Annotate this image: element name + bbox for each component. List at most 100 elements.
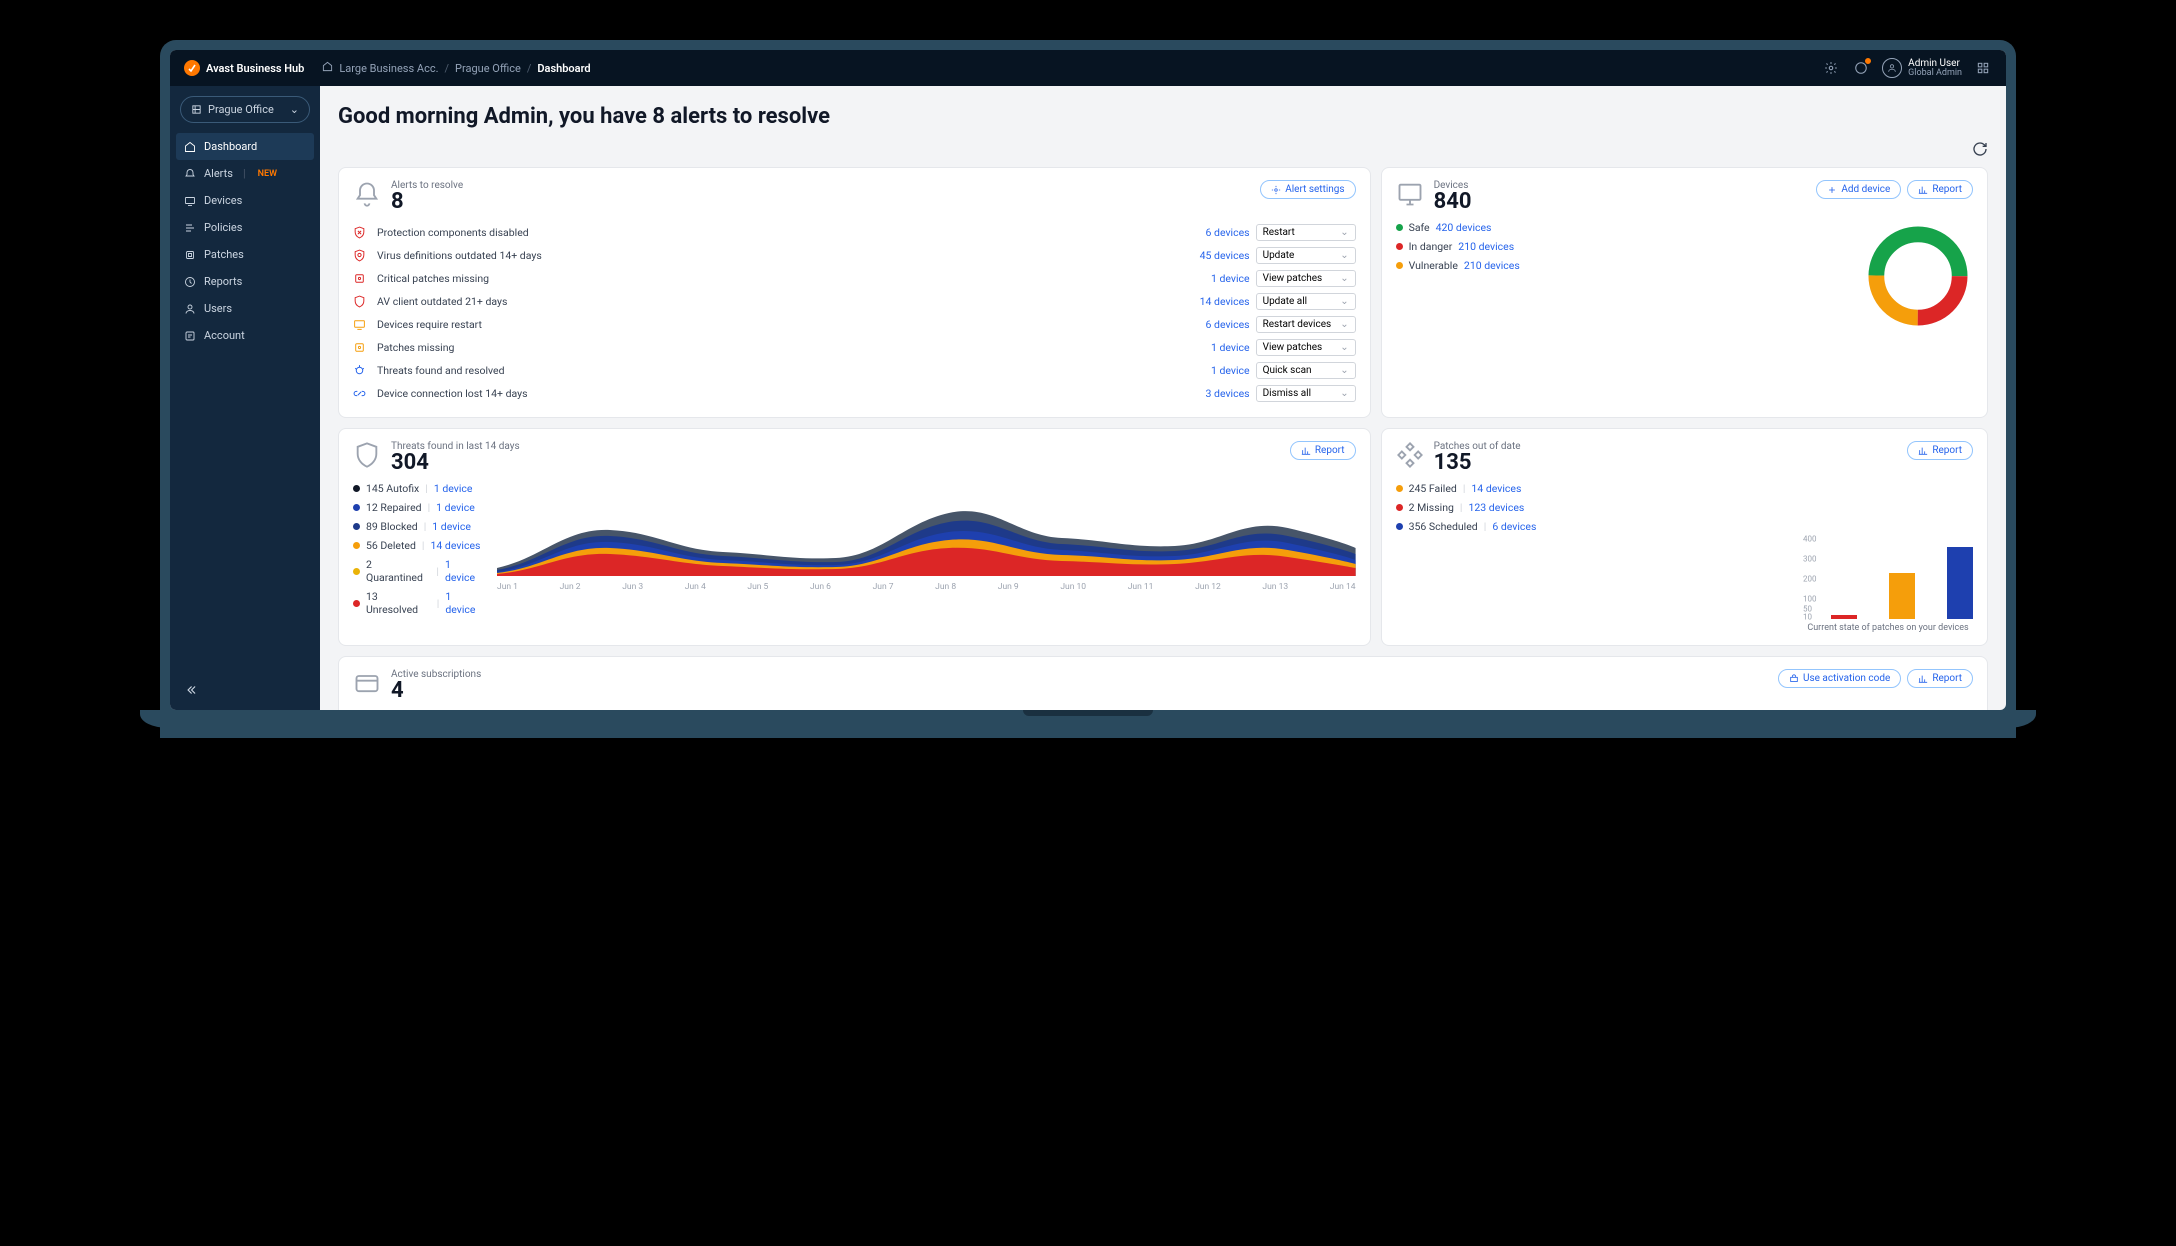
status-dot xyxy=(353,523,360,530)
alert-device-link[interactable]: 14 devices xyxy=(1170,295,1250,308)
patches-report-button[interactable]: Report xyxy=(1907,441,1973,460)
alert-device-link[interactable]: 6 devices xyxy=(1170,318,1250,331)
alert-text: AV client outdated 21+ days xyxy=(377,295,1164,308)
breadcrumb: Large Business Acc. / Prague Office / Da… xyxy=(322,61,590,75)
monitor-icon xyxy=(353,318,366,331)
patch-link[interactable]: 6 devices xyxy=(1492,520,1536,533)
sidebar-item-dashboard[interactable]: Dashboard xyxy=(176,133,314,160)
refresh-button[interactable] xyxy=(1972,141,1988,161)
alert-device-link[interactable]: 45 devices xyxy=(1170,249,1250,262)
settings-icon[interactable] xyxy=(1822,59,1840,77)
sidebar-item-devices[interactable]: Devices xyxy=(170,187,320,214)
alert-row: Protection components disabled 6 devices… xyxy=(353,221,1356,244)
alert-row: AV client outdated 21+ days 14 devices U… xyxy=(353,290,1356,313)
alerts-count: 8 xyxy=(391,191,463,213)
threat-row: 13 Unresolved | 1 device xyxy=(353,590,483,616)
apps-icon[interactable] xyxy=(1974,59,1992,77)
topbar: Avast Business Hub Large Business Acc. /… xyxy=(170,50,2006,86)
new-badge: NEW xyxy=(258,169,277,179)
user-role: Global Admin xyxy=(1908,69,1962,79)
device-status-row: Safe 420 devices xyxy=(1396,221,1851,234)
alert-device-link[interactable]: 3 devices xyxy=(1170,387,1250,400)
notifications-icon[interactable] xyxy=(1852,59,1870,77)
card-icon xyxy=(353,669,381,697)
device-link[interactable]: 420 devices xyxy=(1436,221,1492,234)
alert-device-link[interactable]: 1 device xyxy=(1170,364,1250,377)
page-headline: Good morning Admin, you have 8 alerts to… xyxy=(338,104,830,129)
crumb-root[interactable]: Large Business Acc. xyxy=(339,62,438,75)
location-selector[interactable]: Prague Office ⌄ xyxy=(180,96,310,123)
home-icon[interactable] xyxy=(322,61,333,75)
threat-row: 2 Quarantined | 1 device xyxy=(353,558,483,584)
shield-icon xyxy=(353,441,381,469)
use-code-button[interactable]: Use activation code xyxy=(1778,669,1901,688)
alert-text: Protection components disabled xyxy=(377,226,1164,239)
threats-report-button[interactable]: Report xyxy=(1290,441,1356,460)
crumb-current: Dashboard xyxy=(537,62,590,75)
threat-row: 56 Deleted | 14 devices xyxy=(353,539,483,552)
alert-action-select[interactable]: View patches xyxy=(1256,339,1356,356)
status-dot xyxy=(1396,504,1403,511)
alert-action-select[interactable]: Update xyxy=(1256,247,1356,264)
patch-row: 356 Scheduled | 6 devices xyxy=(1396,520,1973,533)
status-dot xyxy=(1396,262,1403,269)
alert-device-link[interactable]: 6 devices xyxy=(1170,226,1250,239)
user-menu[interactable]: Admin User Global Admin xyxy=(1882,58,1962,79)
avatar-icon xyxy=(1882,58,1902,78)
threat-link[interactable]: 14 devices xyxy=(431,539,481,552)
device-link[interactable]: 210 devices xyxy=(1458,240,1514,253)
threat-link[interactable]: 1 device xyxy=(445,558,483,584)
crumb-mid[interactable]: Prague Office xyxy=(455,62,521,75)
alert-action-select[interactable]: Quick scan xyxy=(1256,362,1356,379)
shield-x-icon xyxy=(353,226,366,239)
sidebar-item-account[interactable]: Account xyxy=(170,322,320,349)
status-dot xyxy=(353,600,360,607)
alert-settings-button[interactable]: Alert settings xyxy=(1260,180,1355,199)
threat-link[interactable]: 1 device xyxy=(434,482,473,495)
subs-report-button[interactable]: Report xyxy=(1907,669,1973,688)
sidebar-item-reports[interactable]: Reports xyxy=(170,268,320,295)
patch-link[interactable]: 14 devices xyxy=(1471,482,1521,495)
patches-caption: Current state of patches on your devices xyxy=(1803,623,1973,633)
sidebar-item-users[interactable]: Users xyxy=(170,295,320,322)
location-label: Prague Office xyxy=(208,103,274,116)
alert-action-select[interactable]: View patches xyxy=(1256,270,1356,287)
alert-text: Threats found and resolved xyxy=(377,364,1164,377)
alert-action-select[interactable]: Update all xyxy=(1256,293,1356,310)
bar-failed xyxy=(1831,615,1857,619)
subscriptions-card: Active subscriptions 4 Use activation co… xyxy=(338,656,1988,710)
monitor-icon xyxy=(1396,180,1424,208)
sidebar-item-alerts[interactable]: Alerts|NEW xyxy=(170,160,320,187)
patch-row: 2 Missing | 123 devices xyxy=(1396,501,1973,514)
collapse-sidebar-button[interactable] xyxy=(170,673,320,710)
device-link[interactable]: 210 devices xyxy=(1464,259,1520,272)
alert-row: Threats found and resolved 1 device Quic… xyxy=(353,359,1356,382)
threat-row: 145 Autofix | 1 device xyxy=(353,482,483,495)
alert-action-select[interactable]: Restart xyxy=(1256,224,1356,241)
av-icon xyxy=(353,295,366,308)
status-dot xyxy=(1396,243,1403,250)
alert-device-link[interactable]: 1 device xyxy=(1170,341,1250,354)
alert-action-select[interactable]: Restart devices xyxy=(1256,316,1356,333)
patch-link[interactable]: 123 devices xyxy=(1468,501,1524,514)
patch-icon xyxy=(353,341,366,354)
status-dot xyxy=(1396,485,1403,492)
alert-row: Critical patches missing 1 device View p… xyxy=(353,267,1356,290)
threat-link[interactable]: 1 device xyxy=(432,520,471,533)
alert-text: Device connection lost 14+ days xyxy=(377,387,1164,400)
sidebar-item-policies[interactable]: Policies xyxy=(170,214,320,241)
alerts-card: Alerts to resolve 8 Alert settings Prote… xyxy=(338,167,1371,418)
sidebar-item-patches[interactable]: Patches xyxy=(170,241,320,268)
user-name: Admin User xyxy=(1908,58,1962,69)
chevron-down-icon: ⌄ xyxy=(290,103,299,116)
add-device-button[interactable]: Add device xyxy=(1816,180,1901,199)
threat-link[interactable]: 1 device xyxy=(436,501,475,514)
alert-action-select[interactable]: Dismiss all xyxy=(1256,385,1356,402)
status-dot xyxy=(1396,523,1403,530)
alert-device-link[interactable]: 1 device xyxy=(1170,272,1250,285)
shield-clock-icon xyxy=(353,249,366,262)
devices-report-button[interactable]: Report xyxy=(1907,180,1973,199)
threat-row: 12 Repaired | 1 device xyxy=(353,501,483,514)
device-status-row: In danger 210 devices xyxy=(1396,240,1851,253)
threat-link[interactable]: 1 device xyxy=(445,590,483,616)
